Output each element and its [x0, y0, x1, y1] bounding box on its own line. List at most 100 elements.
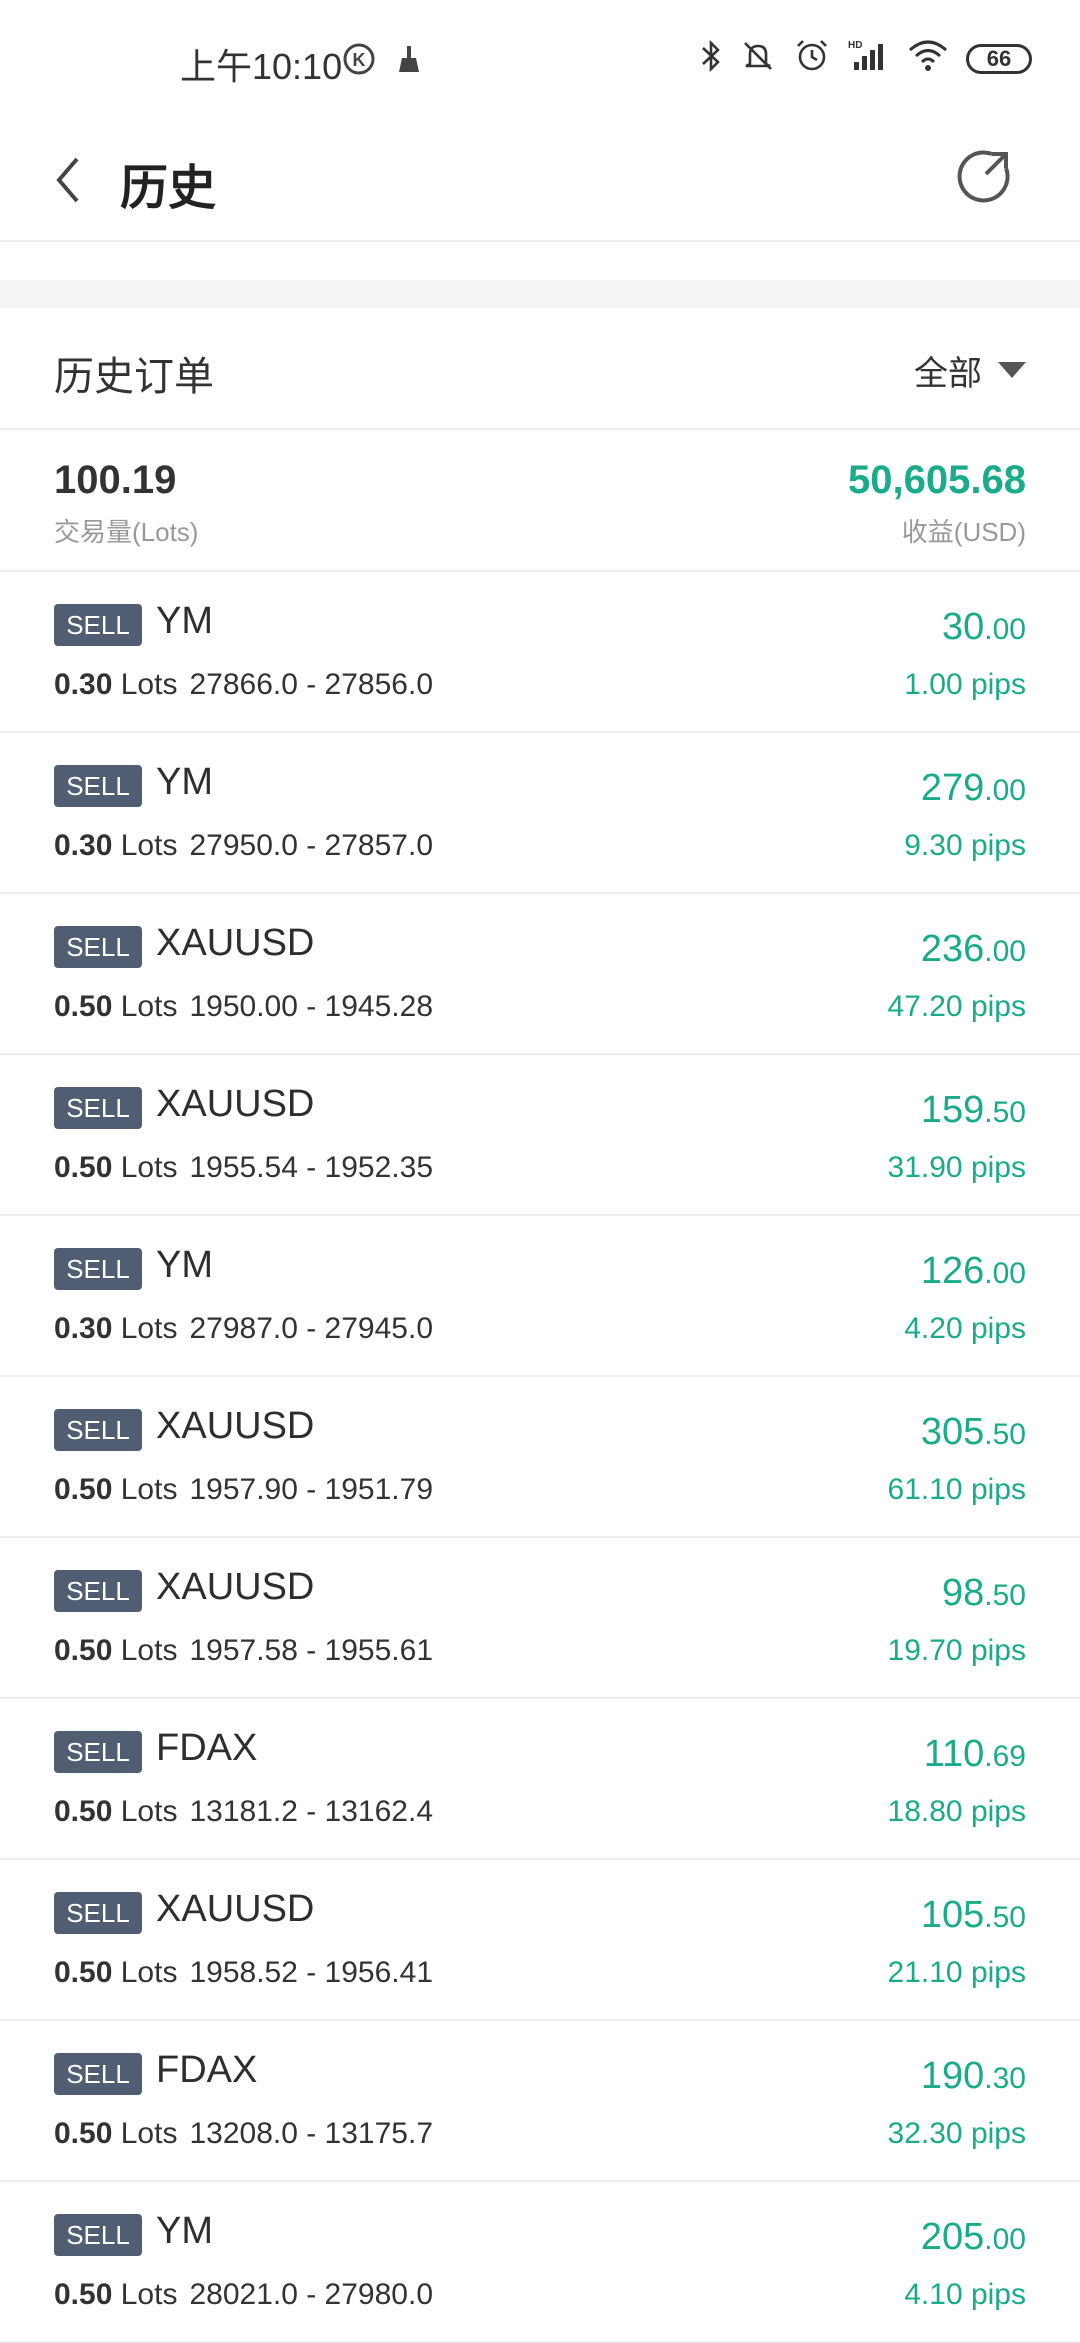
price-range: 1957.90 - 1951.79	[189, 1473, 433, 1506]
filter-dropdown[interactable]: 全部	[914, 346, 1026, 395]
total-profit-label: 收益(USD)	[901, 517, 1026, 547]
lots-value: 0.50	[54, 1634, 113, 1667]
back-button[interactable]	[48, 140, 88, 220]
profit-int: 279	[920, 767, 985, 809]
profit-dec: .30	[984, 2062, 1026, 2095]
profit-int: 126	[920, 1250, 985, 1292]
order-row[interactable]: SELL XAUUSD 0.50 Lots 1957.90 - 1951.79 3…	[0, 1377, 1080, 1538]
lots-value: 0.30	[54, 1312, 113, 1345]
status-left-icons: K	[342, 42, 424, 81]
filter-label: 全部	[914, 355, 982, 393]
bluetooth-icon	[700, 38, 722, 79]
order-profit: 110.69	[924, 1733, 1026, 1776]
profit-int: 305	[920, 1411, 985, 1453]
order-pips: 61.10 pips	[887, 1473, 1026, 1506]
broom-icon	[394, 44, 424, 79]
lots-unit: Lots	[120, 1956, 178, 1989]
order-row[interactable]: SELL YM 0.30 Lots 27866.0 - 27856.0 30.00…	[0, 572, 1080, 733]
order-row[interactable]: SELL XAUUSD 0.50 Lots 1955.54 - 1952.35 1…	[0, 1055, 1080, 1216]
price-range: 13208.0 - 13175.7	[189, 2117, 433, 2150]
battery-icon: 66	[966, 43, 1032, 74]
order-row[interactable]: SELL YM 0.50 Lots 28021.0 - 27980.0 205.0…	[0, 2182, 1080, 2343]
symbol: YM	[156, 761, 213, 803]
price-range: 1950.00 - 1945.28	[189, 990, 433, 1023]
side-badge: SELL	[54, 1087, 142, 1129]
chevron-left-icon	[56, 157, 79, 203]
order-row[interactable]: SELL XAUUSD 0.50 Lots 1958.52 - 1956.41 1…	[0, 1860, 1080, 2021]
profit-dec: .50	[984, 1579, 1026, 1612]
lots-unit: Lots	[120, 1795, 178, 1828]
order-pips: 4.20 pips	[904, 1312, 1026, 1345]
order-row[interactable]: SELL XAUUSD 0.50 Lots 1957.58 - 1955.61 9…	[0, 1538, 1080, 1699]
lots-unit: Lots	[120, 2278, 178, 2311]
price-range: 27866.0 - 27856.0	[189, 668, 433, 701]
order-row[interactable]: SELL YM 0.30 Lots 27987.0 - 27945.0 126.0…	[0, 1216, 1080, 1377]
order-pips: 21.10 pips	[887, 1956, 1026, 1989]
price-range: 1958.52 - 1956.41	[189, 1956, 433, 1989]
side-badge: SELL	[54, 926, 142, 968]
lots-value: 0.50	[54, 1473, 113, 1506]
lots-value: 0.50	[54, 1956, 113, 1989]
lots-line: 0.50 Lots 1957.58 - 1955.61	[54, 1634, 433, 1668]
symbol: XAUUSD	[156, 1888, 315, 1930]
wifi-icon	[908, 38, 948, 79]
side-badge: SELL	[54, 1409, 142, 1451]
section-header: 历史订单 全部	[0, 308, 1080, 430]
lots-unit: Lots	[120, 1634, 178, 1667]
order-row[interactable]: SELL FDAX 0.50 Lots 13181.2 - 13162.4 110…	[0, 1699, 1080, 1860]
price-range: 27950.0 - 27857.0	[189, 829, 433, 862]
order-profit: 30.00	[942, 606, 1026, 649]
lots-line: 0.50 Lots 28021.0 - 27980.0	[54, 2278, 433, 2312]
lots-line: 0.50 Lots 13208.0 - 13175.7	[54, 2117, 433, 2151]
profit-dec: .00	[984, 2223, 1026, 2256]
order-pips: 4.10 pips	[904, 2278, 1026, 2311]
lots-line: 0.50 Lots 1950.00 - 1945.28	[54, 990, 433, 1024]
order-profit: 279.00	[921, 767, 1026, 810]
lots-unit: Lots	[120, 1312, 178, 1345]
order-row[interactable]: SELL YM 0.30 Lots 27950.0 - 27857.0 279.0…	[0, 733, 1080, 894]
lots-line: 0.50 Lots 13181.2 - 13162.4	[54, 1795, 433, 1829]
status-right-icons: HD 66	[700, 38, 1032, 79]
svg-text:HD: HD	[848, 40, 862, 51]
order-profit: 205.00	[921, 2216, 1026, 2259]
lots-line: 0.30 Lots 27987.0 - 27945.0	[54, 1312, 433, 1346]
lots-value: 0.50	[54, 1151, 113, 1184]
side-badge: SELL	[54, 1892, 142, 1934]
order-profit: 98.50	[942, 1572, 1026, 1615]
profit-int: 110	[923, 1733, 985, 1775]
side-badge: SELL	[54, 765, 142, 807]
profit-dec: .69	[984, 1740, 1026, 1773]
order-pips: 32.30 pips	[887, 2117, 1026, 2150]
lots-unit: Lots	[120, 1473, 178, 1506]
profit-int: 105	[920, 1894, 985, 1936]
profit-dec: .00	[984, 613, 1026, 646]
profit-int: 98	[942, 1572, 985, 1614]
order-pips: 1.00 pips	[904, 668, 1026, 701]
order-row[interactable]: SELL XAUUSD 0.50 Lots 1950.00 - 1945.28 2…	[0, 894, 1080, 1055]
share-button[interactable]	[944, 136, 1024, 216]
app-header: 历史	[0, 120, 1080, 242]
lots-unit: Lots	[120, 1151, 178, 1184]
profit-int: 236	[920, 928, 985, 970]
profit-dec: .50	[984, 1901, 1026, 1934]
symbol: YM	[156, 600, 213, 642]
order-pips: 47.20 pips	[887, 990, 1026, 1023]
lots-value: 0.30	[54, 829, 113, 862]
profit-int: 30	[942, 606, 985, 648]
lots-line: 0.30 Lots 27866.0 - 27856.0	[54, 668, 433, 702]
order-profit: 190.30	[921, 2055, 1026, 2098]
section-title: 历史订单	[54, 355, 214, 399]
lots-value: 0.50	[54, 2278, 113, 2311]
side-badge: SELL	[54, 2214, 142, 2256]
symbol: FDAX	[156, 2049, 258, 2091]
caret-down-icon	[998, 361, 1026, 378]
orders-list: SELL YM 0.30 Lots 27866.0 - 27856.0 30.00…	[0, 572, 1080, 2343]
symbol: XAUUSD	[156, 1405, 315, 1447]
lots-line: 0.50 Lots 1955.54 - 1952.35	[54, 1151, 433, 1185]
order-row[interactable]: SELL FDAX 0.50 Lots 13208.0 - 13175.7 190…	[0, 2021, 1080, 2182]
lots-unit: Lots	[120, 668, 178, 701]
symbol: XAUUSD	[156, 1083, 315, 1125]
profit-dec: .50	[984, 1418, 1026, 1451]
lots-unit: Lots	[120, 990, 178, 1023]
order-pips: 9.30 pips	[904, 829, 1026, 862]
